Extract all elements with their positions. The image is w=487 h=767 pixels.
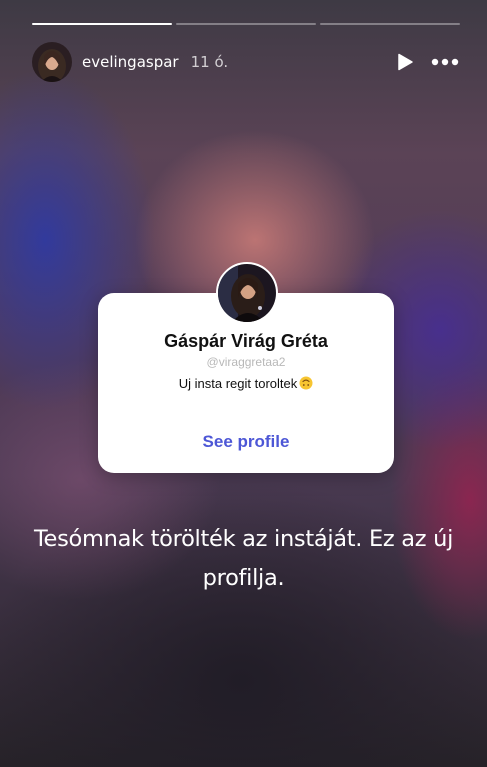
story-header: evelingaspar 11 ó.: [32, 42, 460, 82]
see-profile-button[interactable]: See profile: [98, 432, 394, 452]
play-icon[interactable]: [394, 51, 416, 73]
profile-avatar[interactable]: [216, 262, 278, 324]
progress-segment-2: [176, 23, 316, 25]
progress-segment-1: [32, 23, 172, 25]
user-avatar[interactable]: [32, 42, 72, 82]
upside-down-face-emoji: [299, 376, 313, 390]
profile-handle: @viraggretaa2: [206, 355, 286, 369]
more-dots-icon[interactable]: [430, 51, 460, 73]
username[interactable]: evelingaspar: [82, 53, 179, 71]
profile-bio: Uj insta regit toroltek: [98, 376, 394, 391]
story-caption: Tesómnak törölték az instáját. Ez az új …: [33, 526, 454, 591]
profile-name: Gáspár Virág Gréta: [164, 331, 328, 351]
story-viewer[interactable]: evelingaspar 11 ó. Gáspár Virág Gréta @v…: [0, 0, 487, 767]
progress-segment-3: [320, 23, 460, 25]
story-progress-bar: [32, 23, 460, 25]
profile-bio-text: Uj insta regit toroltek: [178, 376, 298, 391]
post-time: 11 ó.: [190, 53, 229, 71]
